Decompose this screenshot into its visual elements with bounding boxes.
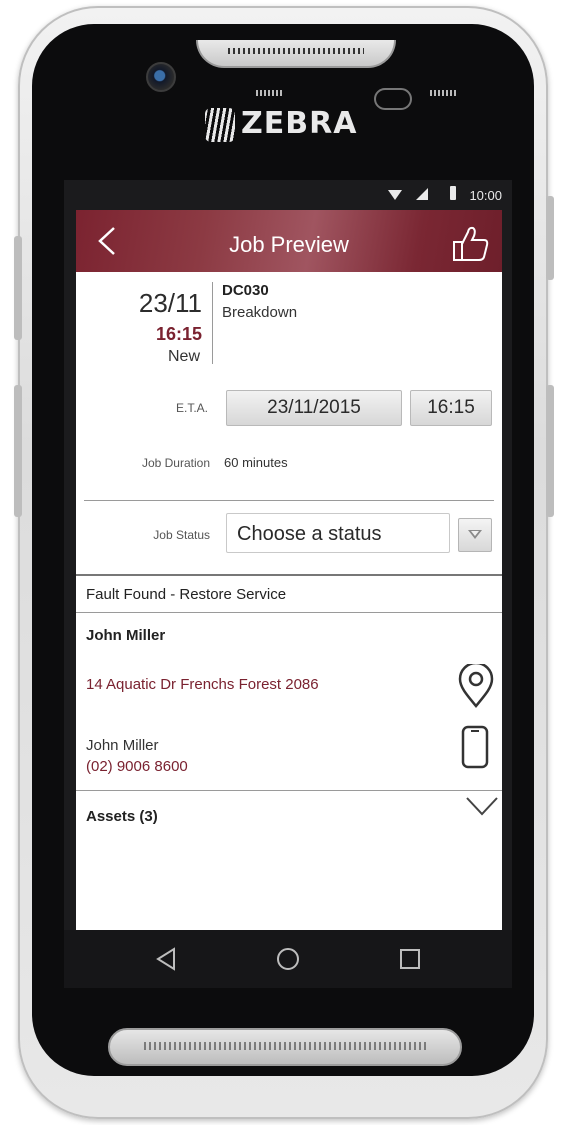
- bottom-speaker: [108, 1028, 462, 1066]
- mobile-phone-icon[interactable]: [460, 724, 490, 770]
- page-title: Job Preview: [229, 232, 349, 257]
- app-window: Job Preview 23/11 16:15 New DC030 Breakd…: [76, 210, 502, 930]
- job-time: 16:15: [155, 324, 202, 344]
- job-code: DC030: [222, 282, 269, 299]
- divider: [76, 612, 502, 613]
- nav-recents-icon[interactable]: [390, 940, 430, 978]
- volume-button: [14, 236, 22, 340]
- job-state: New: [167, 348, 200, 365]
- status-time: 10:00: [469, 188, 502, 203]
- fault-description: Fault Found - Restore Service: [86, 586, 287, 603]
- location-pin-icon[interactable]: [456, 664, 496, 708]
- customer-name: John Miller: [86, 627, 166, 644]
- thumbs-up-icon[interactable]: [450, 224, 490, 262]
- power-button: [546, 196, 554, 280]
- job-date: 23/11: [138, 288, 202, 318]
- sensor-grill-left: [256, 90, 284, 96]
- job-type: Breakdown: [222, 304, 298, 321]
- app-bar: Job Preview: [76, 210, 502, 272]
- job-status-select[interactable]: Choose a status: [226, 513, 450, 553]
- earpiece-speaker: [196, 40, 396, 68]
- job-status-dropdown-button[interactable]: [458, 518, 492, 552]
- front-camera: [146, 62, 176, 92]
- navigation-bar: [64, 930, 512, 988]
- nav-back-icon[interactable]: [146, 940, 186, 978]
- side-button-left: [14, 385, 22, 517]
- contact-name: John Miller: [86, 737, 159, 754]
- eta-date-button[interactable]: 23/11/2015: [226, 390, 402, 426]
- proximity-sensor: [374, 88, 412, 110]
- battery-icon: [450, 186, 456, 200]
- job-duration-value: 60 minutes: [224, 455, 288, 470]
- job-status-label: Job Status: [153, 528, 210, 542]
- job-preview-content: 23/11 16:15 New DC030 Breakdown E.T.A. 2…: [76, 272, 502, 930]
- screen: 10:00 Job Preview 23/11 16:15 New DC030 …: [64, 180, 512, 988]
- customer-address[interactable]: 14 Aquatic Dr Frenchs Forest 2086: [86, 676, 319, 693]
- eta-time-button[interactable]: 16:15: [410, 390, 492, 426]
- chevron-down-icon[interactable]: [464, 794, 500, 818]
- job-duration-label: Job Duration: [141, 456, 210, 470]
- nav-home-icon[interactable]: [268, 940, 308, 978]
- eta-label: E.T.A.: [175, 401, 208, 415]
- divider: [212, 282, 213, 364]
- status-bar: 10:00: [64, 180, 512, 210]
- divider: [76, 574, 502, 576]
- sensor-grill-right: [430, 90, 458, 96]
- side-button-right: [546, 385, 554, 517]
- divider: [76, 790, 502, 791]
- divider: [84, 500, 494, 501]
- brand-logo: ZEBRA: [205, 106, 375, 150]
- assets-header[interactable]: Assets (3): [86, 808, 158, 825]
- dropdown-arrow-icon: [468, 530, 482, 539]
- contact-phone[interactable]: (02) 9006 8600: [86, 758, 188, 775]
- signal-icon: [416, 188, 428, 200]
- wifi-icon: [388, 190, 402, 200]
